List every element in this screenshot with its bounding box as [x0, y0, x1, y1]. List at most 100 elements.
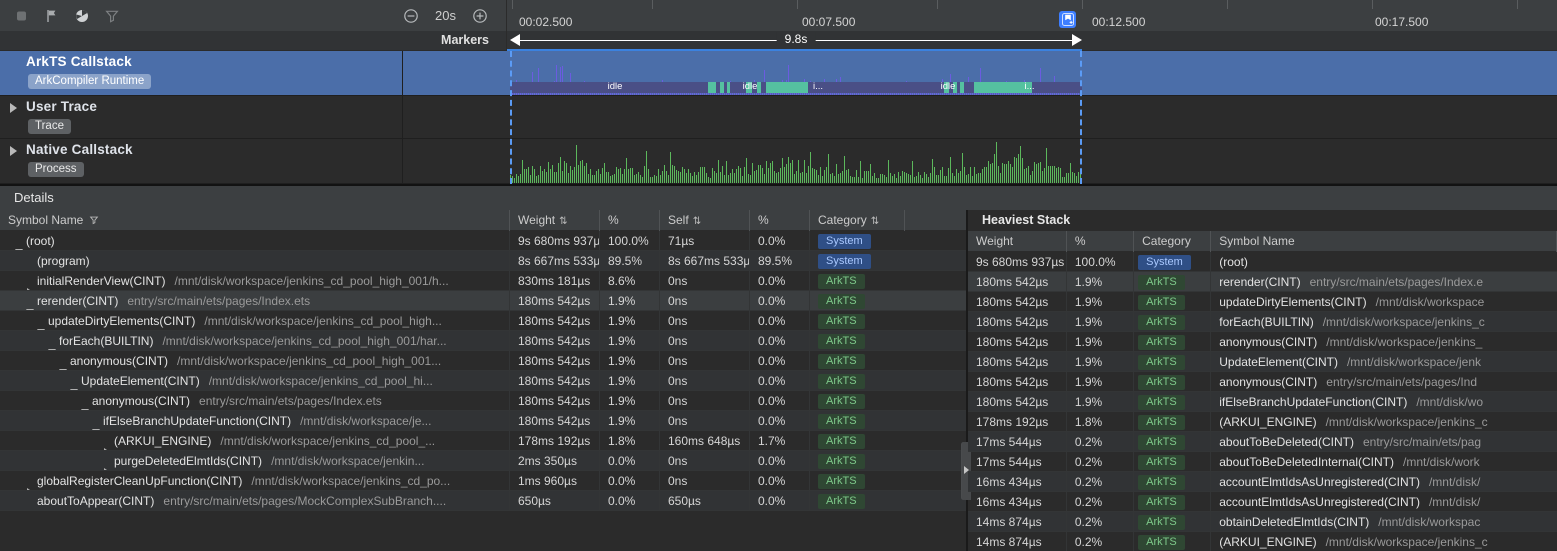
pie-clock-icon[interactable]	[74, 8, 90, 24]
bookmark-add-icon[interactable]	[1059, 11, 1076, 28]
chevron-right-icon[interactable]	[10, 103, 17, 113]
table-row[interactable]: 16ms 434µs 0.2% ArkTS accountElmtIdsAsUnreg…	[968, 492, 1557, 512]
column-header[interactable]: Self ⇅	[660, 210, 750, 231]
stop-icon[interactable]	[14, 8, 30, 24]
flag-icon[interactable]	[44, 8, 60, 24]
symbol-path: /mnt/disk/workspace/jenk	[1346, 355, 1482, 369]
self-cell: 0ns	[660, 291, 750, 310]
callstack-table-body[interactable]: (root) 9s 680ms 937µs 100.0% 71µs 0.0% System…	[0, 231, 966, 511]
symbol-name-cell[interactable]: (program)	[0, 251, 510, 270]
selection-span[interactable]: 9.8s	[510, 32, 1082, 49]
table-row[interactable]: forEach(BUILTIN) /mnt/disk/workspace/jenk…	[0, 331, 966, 351]
table-row[interactable]: (program) 8s 667ms 533µs 89.5% 8s 667ms 533…	[0, 251, 966, 271]
column-header[interactable]: %	[750, 210, 810, 231]
table-row[interactable]: anonymous(CINT) /mnt/disk/workspace/jenki…	[0, 351, 966, 371]
table-row[interactable]: (root) 9s 680ms 937µs 100.0% 71µs 0.0% System	[0, 231, 966, 251]
category-cell: ArkTS	[1134, 352, 1212, 371]
column-header[interactable]: %	[600, 210, 660, 231]
track-header[interactable]: User Trace Trace	[0, 96, 403, 138]
filter-icon[interactable]	[104, 8, 120, 24]
time-selection-rectangle[interactable]	[510, 51, 1082, 184]
table-row[interactable]: 180ms 542µs 1.9% ArkTS ifElseBranchUpdateFu…	[968, 392, 1557, 412]
percent-cell: 1.9%	[1067, 312, 1135, 331]
column-header[interactable]: Weight ⇅	[510, 210, 600, 231]
table-row[interactable]: UpdateElement(CINT) /mnt/disk/workspace/j…	[0, 371, 966, 391]
column-header[interactable]: Category	[1134, 231, 1212, 252]
zoom-out-icon[interactable]	[403, 8, 419, 24]
details-panel: Details Symbol Name Weight ⇅% Self ⇅% Categor…	[0, 184, 1557, 551]
track-header[interactable]: ArkTS Callstack ArkCompiler Runtime	[0, 51, 403, 95]
symbol-name-cell[interactable]: ifElseBranchUpdateFunction(CINT) /mnt/dis…	[1211, 392, 1557, 411]
weight-cell: 16ms 434µs	[968, 472, 1067, 491]
category-cell: ArkTS	[1134, 392, 1212, 411]
table-row[interactable]: 14ms 874µs 0.2% ArkTS obtainDeletedElmtIds(…	[968, 512, 1557, 532]
table-row[interactable]: rerender(CINT) entry/src/main/ets/pages/I…	[0, 291, 966, 311]
symbol-name-cell[interactable]: (ARKUI_ENGINE) /mnt/disk/workspace/jenkin…	[0, 431, 510, 450]
symbol-name-cell[interactable]: initialRenderView(CINT) /mnt/disk/workspa…	[0, 271, 510, 290]
symbol-name-cell[interactable]: ifElseBranchUpdateFunction(CINT) /mnt/dis…	[0, 411, 510, 430]
symbol-name-cell[interactable]: aboutToBeDeleted(CINT) entry/src/main/ets…	[1211, 432, 1557, 451]
table-row[interactable]: globalRegisterCleanUpFunction(CINT) /mnt/…	[0, 471, 966, 491]
symbol-name-cell[interactable]: updateDirtyElements(CINT) /mnt/disk/works…	[1211, 292, 1557, 311]
symbol-name-cell[interactable]: forEach(BUILTIN) /mnt/disk/workspace/jenk…	[1211, 312, 1557, 331]
symbol-name-cell[interactable]: accountElmtIdsAsUnregistered(CINT) /mnt/d…	[1211, 472, 1557, 491]
symbol-name-cell[interactable]: (root)	[0, 231, 510, 250]
symbol-name-cell[interactable]: obtainDeletedElmtIds(CINT) /mnt/disk/work…	[1211, 512, 1557, 531]
symbol-name-cell[interactable]: anonymous(CINT) /mnt/disk/workspace/jenki…	[1211, 332, 1557, 351]
selection-left-arrow-icon[interactable]	[510, 34, 520, 46]
table-row[interactable]: purgeDeletedElmtIds(CINT) /mnt/disk/works…	[0, 451, 966, 471]
table-row[interactable]: ifElseBranchUpdateFunction(CINT) /mnt/dis…	[0, 411, 966, 431]
symbol-name-cell[interactable]: anonymous(CINT) entry/src/main/ets/pages/…	[1211, 372, 1557, 391]
symbol-name-cell[interactable]: (ARKUI_ENGINE) /mnt/disk/workspace/jenkin…	[1211, 412, 1557, 431]
table-row[interactable]: 180ms 542µs 1.9% ArkTS anonymous(CINT) entry…	[968, 372, 1557, 392]
filter-icon[interactable]	[89, 214, 99, 228]
column-header[interactable]: Symbol Name	[1211, 231, 1557, 252]
table-row[interactable]: updateDirtyElements(CINT) /mnt/disk/works…	[0, 311, 966, 331]
selection-right-arrow-icon[interactable]	[1072, 34, 1082, 46]
time-ruler[interactable]: 00:02.500 00:07.500 00:12.500 00:17.500	[507, 0, 1557, 31]
symbol-name-cell[interactable]: updateDirtyElements(CINT) /mnt/disk/works…	[0, 311, 510, 330]
table-row[interactable]: 180ms 542µs 1.9% ArkTS rerender(CINT) entry/…	[968, 272, 1557, 292]
sort-icon[interactable]: ⇅	[871, 216, 879, 227]
symbol-name-cell[interactable]: UpdateElement(CINT) /mnt/disk/workspace/j…	[1211, 352, 1557, 371]
sort-icon[interactable]: ⇅	[559, 216, 567, 227]
table-row[interactable]: 180ms 542µs 1.9% ArkTS forEach(BUILTIN) /mnt…	[968, 312, 1557, 332]
table-row[interactable]: 180ms 542µs 1.9% ArkTS anonymous(CINT) /mnt/…	[968, 332, 1557, 352]
symbol-name-cell[interactable]: anonymous(CINT) /mnt/disk/workspace/jenki…	[0, 351, 510, 370]
percent-cell: 1.9%	[1067, 372, 1135, 391]
symbol-name-cell[interactable]: anonymous(CINT) entry/src/main/ets/pages/…	[0, 391, 510, 410]
table-row[interactable]: anonymous(CINT) entry/src/main/ets/pages/…	[0, 391, 966, 411]
chevron-right-icon[interactable]	[10, 146, 17, 156]
symbol-name-cell[interactable]: UpdateElement(CINT) /mnt/disk/workspace/j…	[0, 371, 510, 390]
category-cell: ArkTS	[810, 471, 905, 490]
symbol-name-cell[interactable]: rerender(CINT) entry/src/main/ets/pages/I…	[0, 291, 510, 310]
table-row[interactable]: aboutToAppear(CINT) entry/src/main/ets/pa…	[0, 491, 966, 511]
symbol-name-cell[interactable]: aboutToAppear(CINT) entry/src/main/ets/pa…	[0, 491, 510, 510]
table-row[interactable]: 9s 680ms 937µs 100.0% System (root)	[968, 252, 1557, 272]
table-row[interactable]: 17ms 544µs 0.2% ArkTS aboutToBeDeletedInter…	[968, 452, 1557, 472]
symbol-name-cell[interactable]: purgeDeletedElmtIds(CINT) /mnt/disk/works…	[0, 451, 510, 470]
track-header[interactable]: Native Callstack Process	[0, 139, 403, 183]
column-header[interactable]: Weight	[968, 231, 1067, 252]
table-row[interactable]: 16ms 434µs 0.2% ArkTS accountElmtIdsAsUnreg…	[968, 472, 1557, 492]
symbol-name-cell[interactable]: (root)	[1211, 252, 1557, 271]
symbol-name-cell[interactable]: globalRegisterCleanUpFunction(CINT) /mnt/…	[0, 471, 510, 490]
symbol-name-cell[interactable]: forEach(BUILTIN) /mnt/disk/workspace/jenk…	[0, 331, 510, 350]
table-row[interactable]: 180ms 542µs 1.9% ArkTS UpdateElement(CINT) /…	[968, 352, 1557, 372]
table-row[interactable]: 14ms 874µs 0.2% ArkTS (ARKUI_ENGINE) /mnt/di…	[968, 532, 1557, 551]
table-row[interactable]: initialRenderView(CINT) /mnt/disk/workspa…	[0, 271, 966, 291]
symbol-name-cell[interactable]: aboutToBeDeletedInternal(CINT) /mnt/disk/…	[1211, 452, 1557, 471]
column-header[interactable]: Category ⇅	[810, 210, 905, 231]
table-row[interactable]: 178ms 192µs 1.8% ArkTS (ARKUI_ENGINE) /mnt/d…	[968, 412, 1557, 432]
column-header[interactable]: %	[1067, 231, 1135, 252]
symbol-name-cell[interactable]: rerender(CINT) entry/src/main/ets/pages/I…	[1211, 272, 1557, 291]
symbol-name-cell[interactable]: accountElmtIdsAsUnregistered(CINT) /mnt/d…	[1211, 492, 1557, 511]
table-row[interactable]: 17ms 544µs 0.2% ArkTS aboutToBeDeleted(CINT…	[968, 432, 1557, 452]
heaviest-stack-body[interactable]: 9s 680ms 937µs 100.0% System (root) 180ms 54…	[968, 252, 1557, 551]
zoom-in-icon[interactable]	[472, 8, 488, 24]
column-header[interactable]: Symbol Name	[0, 210, 510, 231]
sort-icon[interactable]: ⇅	[693, 216, 701, 227]
symbol-name-cell[interactable]: (ARKUI_ENGINE) /mnt/disk/workspace/jenkin…	[1211, 532, 1557, 551]
table-row[interactable]: (ARKUI_ENGINE) /mnt/disk/workspace/jenkin…	[0, 431, 966, 451]
table-row[interactable]: 180ms 542µs 1.9% ArkTS updateDirtyElements(…	[968, 292, 1557, 312]
